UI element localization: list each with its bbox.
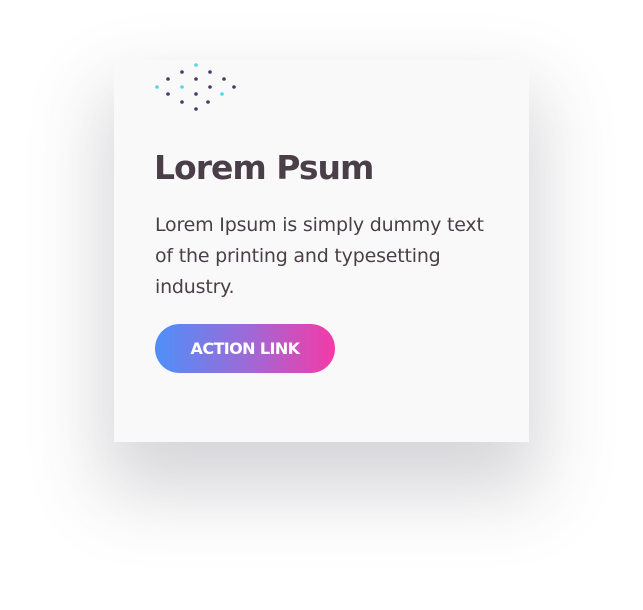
content-card: Lorem Psum Lorem Ipsum is simply dummy t…: [114, 60, 529, 442]
card-title: Lorem Psum: [154, 148, 374, 187]
dot-diamond-pattern-icon: [155, 63, 236, 111]
card-body-text: Lorem Ipsum is simply dummy text of the …: [155, 214, 484, 298]
action-link-button[interactable]: ACTION LINK: [155, 324, 335, 373]
page-canvas: Lorem Psum Lorem Ipsum is simply dummy t…: [0, 0, 643, 610]
